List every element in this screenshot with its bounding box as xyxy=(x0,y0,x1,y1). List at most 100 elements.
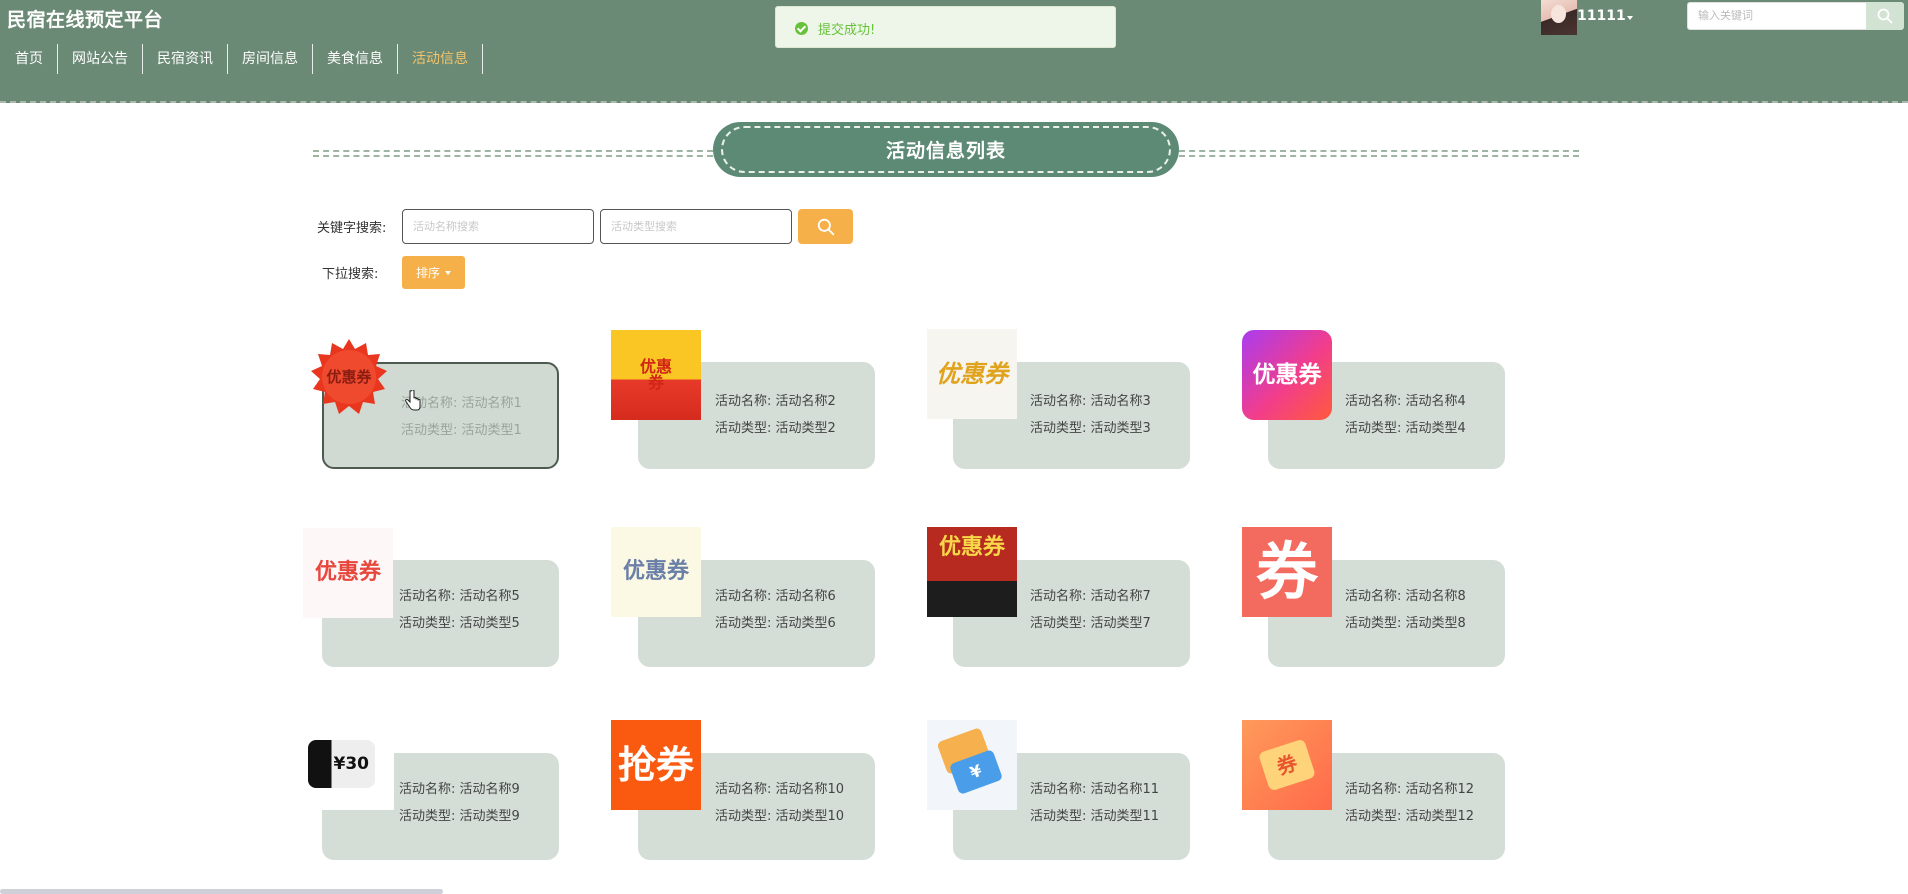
card-type: 活动类型10 xyxy=(775,809,845,824)
card-type: 活动类型11 xyxy=(1090,809,1160,824)
card-type: 活动类型12 xyxy=(1405,809,1475,824)
card-name: 活动名称4 xyxy=(1405,394,1466,409)
card-type-label: 活动类型: xyxy=(1030,421,1087,436)
sort-dropdown-button[interactable]: 排序 xyxy=(402,256,465,289)
card-type-label: 活动类型: xyxy=(1030,809,1087,824)
card-type: 活动类型4 xyxy=(1405,421,1466,436)
nav-item-announcements[interactable]: 网站公告 xyxy=(58,44,143,74)
card-type-label: 活动类型: xyxy=(399,616,456,631)
card-image[interactable]: 优惠券 xyxy=(303,528,393,618)
card-image-text: 优惠券 xyxy=(622,559,689,584)
avatar[interactable] xyxy=(1541,0,1577,35)
card-type-label: 活动类型: xyxy=(399,809,456,824)
card-image-text: 抢券 xyxy=(617,743,694,787)
title-divider-left xyxy=(313,150,713,157)
title-divider-right xyxy=(1179,150,1579,157)
card-image-text: 优惠券 xyxy=(938,535,1005,560)
card-image-text: ¥30 xyxy=(333,753,370,774)
card-image[interactable]: 券 xyxy=(1242,527,1332,617)
card-image-text: 券 xyxy=(1273,750,1301,780)
top-search-input[interactable] xyxy=(1687,2,1867,30)
card-name-label: 活动名称: xyxy=(715,589,772,604)
site-title: 民宿在线预定平台 xyxy=(7,9,164,31)
card-type-label: 活动类型: xyxy=(715,421,772,436)
activity-name-search-input[interactable] xyxy=(402,209,594,244)
card-name-label: 活动名称: xyxy=(715,782,772,797)
card-name-label: 活动名称: xyxy=(1345,589,1402,604)
sort-button-label: 排序 xyxy=(415,266,440,280)
search-icon xyxy=(817,218,834,235)
card-name: 活动名称11 xyxy=(1090,782,1160,797)
card-name: 活动名称5 xyxy=(459,589,520,604)
card-type-label: 活动类型: xyxy=(715,809,772,824)
horizontal-scrollbar[interactable] xyxy=(0,889,443,894)
coupon-icon: 券 xyxy=(1257,738,1317,792)
card-name: 活动名称2 xyxy=(775,394,836,409)
success-toast: 提交成功! xyxy=(775,6,1116,48)
card-type: 活动类型5 xyxy=(459,616,520,631)
card-image[interactable]: 优惠券 xyxy=(927,527,1017,617)
keyword-search-label: 关键字搜索: xyxy=(317,221,387,236)
card-type: 活动类型8 xyxy=(1405,616,1466,631)
card-name-label: 活动名称: xyxy=(399,782,456,797)
page-title: 活动信息列表 xyxy=(721,126,1171,173)
card-image[interactable]: 券 xyxy=(1242,720,1332,810)
card-type: 活动类型3 xyxy=(1090,421,1151,436)
card-name: 活动名称8 xyxy=(1405,589,1466,604)
card-type-label: 活动类型: xyxy=(1030,616,1087,631)
username[interactable]: 11111 xyxy=(1577,8,1626,24)
card-type-label: 活动类型: xyxy=(715,616,772,631)
card-type-label: 活动类型: xyxy=(401,423,458,438)
check-circle-icon xyxy=(795,22,808,35)
card-name-label: 活动名称: xyxy=(1345,394,1402,409)
card-image[interactable]: 抢券 xyxy=(611,720,701,810)
card-image-text: 优惠券 xyxy=(326,367,372,386)
card-name: 活动名称3 xyxy=(1090,394,1151,409)
card-name-label: 活动名称: xyxy=(399,589,456,604)
caret-down-icon xyxy=(445,270,451,275)
page-title-banner: 活动信息列表 xyxy=(713,122,1179,177)
user-menu-chevron-down-icon[interactable] xyxy=(1627,16,1633,20)
card-name: 活动名称10 xyxy=(775,782,845,797)
dropdown-search-label: 下拉搜索: xyxy=(322,267,379,282)
card-name-label: 活动名称: xyxy=(1030,394,1087,409)
card-type: 活动类型1 xyxy=(461,423,522,438)
card-image[interactable]: 优惠券 xyxy=(1242,330,1332,420)
nav-item-news[interactable]: 民宿资讯 xyxy=(143,44,228,74)
card-image-text: ¥ xyxy=(967,760,985,783)
card-image[interactable]: 优惠券 xyxy=(611,527,701,617)
search-button[interactable] xyxy=(798,209,853,244)
nav-item-rooms[interactable]: 房间信息 xyxy=(228,44,313,74)
card-name: 活动名称9 xyxy=(459,782,520,797)
card-image-text: 优惠券 xyxy=(1252,361,1322,388)
nav-item-food[interactable]: 美食信息 xyxy=(313,44,398,74)
card-type-label: 活动类型: xyxy=(1345,616,1402,631)
card-type: 活动类型2 xyxy=(775,421,836,436)
nav-item-activities[interactable]: 活动信息 xyxy=(398,44,483,74)
card-type: 活动类型9 xyxy=(459,809,520,824)
card-name-label: 活动名称: xyxy=(1345,782,1402,797)
top-search-button[interactable] xyxy=(1866,2,1904,30)
card-name: 活动名称12 xyxy=(1405,782,1475,797)
nav-item-home[interactable]: 首页 xyxy=(0,44,58,74)
card-image[interactable]: 优惠券 xyxy=(927,329,1017,419)
card-name: 活动名称7 xyxy=(1090,589,1151,604)
card-type-label: 活动类型: xyxy=(1345,421,1402,436)
card-image[interactable]: 优惠券 xyxy=(304,332,394,422)
toast-message: 提交成功! xyxy=(818,23,876,38)
voucher-card-icon: ¥30 xyxy=(308,740,375,788)
card-image[interactable]: 优惠券 xyxy=(611,330,701,420)
hand-cursor-icon xyxy=(405,390,421,411)
card-image-text: 优惠券 xyxy=(314,560,381,585)
card-image-text: 优惠券 xyxy=(639,357,672,392)
card-name-label: 活动名称: xyxy=(1030,782,1087,797)
search-icon xyxy=(1877,8,1893,24)
card-name-label: 活动名称: xyxy=(715,394,772,409)
card-image[interactable]: ¥30 xyxy=(304,720,394,810)
main-nav: 首页 网站公告 民宿资讯 房间信息 美食信息 活动信息 xyxy=(0,44,483,74)
card-name-label: 活动名称: xyxy=(1030,589,1087,604)
card-name: 活动名称1 xyxy=(461,396,522,411)
card-image[interactable]: ¥ xyxy=(927,720,1017,810)
card-type: 活动类型6 xyxy=(775,616,836,631)
activity-type-search-input[interactable] xyxy=(600,209,792,244)
